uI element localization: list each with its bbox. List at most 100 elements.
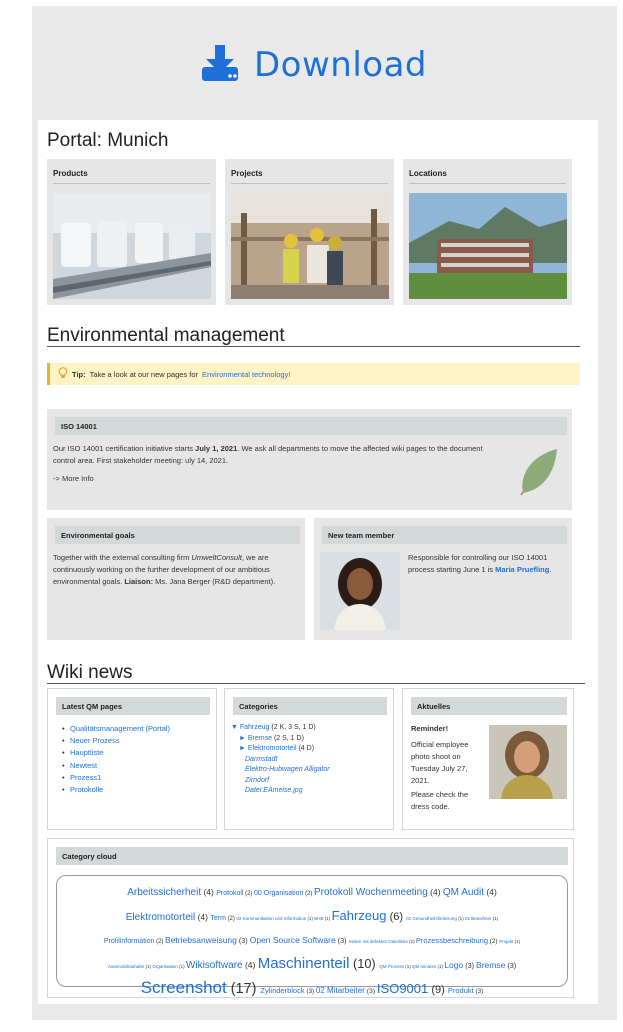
cloud-tag-count: (4) [242,960,258,970]
tree-page[interactable]: Zirndorf [231,776,330,787]
cloud-tag[interactable]: Wikisoftware [186,960,243,971]
cloud-tag[interactable]: Screenshot [141,978,227,997]
cloud-tag[interactable]: Projekt [499,939,513,944]
cloud-row: Automobilradnabe (1) Organisation (1) Wi… [67,953,557,977]
wiki-title-rule [47,683,585,684]
news-text: Official employee photo shoot on Tuesday… [411,740,469,785]
cloud-tag[interactable]: Open Source Software [250,935,336,945]
reminder-label: Reminder! [411,724,449,733]
list-item[interactable]: Protokolle [62,784,170,796]
cloud-tag[interactable]: 01 Bewohner [465,916,492,921]
cloud-tag-count: (17) [226,981,261,997]
list-item[interactable]: Neuer Prozess [62,735,170,747]
list-item[interactable]: Hauptliste [62,747,170,759]
cloud-tag[interactable]: QM minutes [412,964,436,969]
dress-code-link[interactable]: Please check the dress code. [411,789,485,813]
maria-pruefling-link[interactable]: Maria Pruefling [495,565,549,574]
cloud-tag-count: (2) [303,891,315,897]
cloud-tag[interactable]: Protokoll Wochenmeeting [314,887,428,898]
latest-qm-list: Qualitätsmanagement (Portal) Neuer Proze… [62,723,170,796]
cloud-tag[interactable]: Seiten mit defekten Dateilinks [349,939,408,944]
consult-firm: UmweltConsult [191,553,242,562]
cloud-tag[interactable]: Prozessbeschreibung [416,936,488,945]
tile-locations[interactable]: Locations [403,159,572,305]
cloud-tag[interactable]: Logo [444,960,463,970]
cloud-tag[interactable]: Protokoll [216,890,243,897]
news-title: Aktuelles [411,697,567,715]
cloud-tag-count: (2) [225,916,237,922]
cloud-tag[interactable]: 00 Organisation [254,890,303,897]
cloud-tag-count: (1) [456,916,465,921]
environmental-technology-link[interactable]: Environmental technology! [202,370,290,379]
portal-title: Portal: Munich [47,130,169,151]
factory-bottles-photo [53,193,211,299]
tree-page[interactable]: Datei:EAmeise.jpg [231,786,330,797]
cloud-tag[interactable]: BHB [314,916,323,921]
cloud-tag[interactable]: Fahrzeug [332,908,387,923]
latest-qm-title: Latest QM pages [56,697,210,715]
cloud-tag[interactable]: Betriebsanweisung [165,935,237,945]
download-label: Download [254,45,428,85]
categories-box: Categories ▼ Fahrzeug (2 K, 3 S, 1 D) ► … [224,688,394,830]
iso-text: Our ISO 14001 certification initiative s… [53,443,503,467]
cloud-row: Arbeitssicherheit (4) Protokoll (2) 00 O… [67,882,557,905]
category-count: (2 S, 1 D) [273,734,304,742]
category-fahrzeug[interactable]: Fahrzeug [240,724,270,731]
category-elektromotorteil[interactable]: Elektromotorteil [248,745,297,752]
tree-node[interactable]: ► Bremse (2 S, 1 D) [231,734,330,745]
divider [409,183,566,184]
list-item[interactable]: Newtest [62,760,170,772]
category-bremse[interactable]: Bremse [248,735,272,742]
team-member-title: New team member [322,526,567,544]
cloud-tag[interactable]: Arbeitssicherheit [127,887,201,898]
tile-projects[interactable]: Projects [225,159,394,305]
cloud-tag[interactable]: Term [210,915,226,922]
cloud-tag[interactable]: Elektromotorteil [126,912,195,923]
cloud-tag[interactable]: Maschinenteil [258,955,350,972]
cloud-tag[interactable]: Produkt [448,986,474,995]
cloud-tag[interactable]: 02 Kommunikation und Information [236,916,306,921]
cloud-tag-count: (4) [195,912,211,922]
team-member-photo [320,552,400,630]
liaison-label: Liaison: [124,577,154,586]
news-box: Aktuelles Reminder! Official employee ph… [402,688,574,830]
team-member-box: New team member Responsible for controll… [314,518,572,640]
cloud-tag-count: (4) [484,887,497,897]
cloud-tag-count: (4) [427,887,443,897]
cloud-tag[interactable]: Profilinformation [104,938,155,945]
category-tree: ▼ Fahrzeug (2 K, 3 S, 1 D) ► Bremse (2 S… [231,723,330,797]
cloud-tag-count: (1) [323,916,332,921]
download-link[interactable]: Download [200,38,427,92]
tile-title: Locations [409,169,447,178]
cloud-tag[interactable]: ISO9001 [377,981,428,996]
cloud-tag[interactable]: 02 Mitarbeiter [316,986,365,995]
more-info-link[interactable]: -> More Info [53,473,94,485]
cloud-tag[interactable]: QM Audit [443,887,484,898]
list-item[interactable]: Prozess1 [62,772,170,784]
cloud-tag[interactable]: QM Process [379,964,404,969]
office-building-mountains-photo [409,193,567,299]
cloud-tag-count: (1) [491,916,499,921]
cloud-tag-count: (3) [304,988,316,995]
cloud-tag-count: (1) [407,939,416,944]
categories-title: Categories [233,697,387,715]
cloud-tag[interactable]: Organisation [152,964,178,969]
team-member-text: Responsible for controlling our ISO 1400… [408,552,568,576]
list-item[interactable]: Qualitätsmanagement (Portal) [62,723,170,735]
cloud-tag[interactable]: Automobilradnabe [108,964,145,969]
category-cloud: Arbeitssicherheit (4) Protokoll (2) 00 O… [56,875,568,997]
tree-node[interactable]: ▼ Fahrzeug (2 K, 3 S, 1 D) [231,723,330,734]
cloud-tag-count: (3) [236,936,250,945]
tree-page[interactable]: Darmstadt [231,755,330,766]
cloud-tag[interactable]: Zylinderblock [260,986,304,995]
goals-text-part: Together with the external consulting fi… [53,553,190,562]
iso-text-part: Our ISO 14001 certification initiative s… [53,444,194,453]
cloud-tag-count: (2) [488,938,500,945]
cloud-tag-count: (2) [243,891,255,897]
cloud-tag[interactable]: Bremse [476,960,505,970]
tree-page[interactable]: Elektro-Hubwagen Alligator [231,765,330,776]
tile-products[interactable]: Products [47,159,216,305]
tree-node[interactable]: ► Elektromotorteil (4 D) [231,744,330,755]
category-count: (4 D) [298,745,315,752]
cloud-tag[interactable]: 02 Gesundheitsförderung [406,916,457,921]
